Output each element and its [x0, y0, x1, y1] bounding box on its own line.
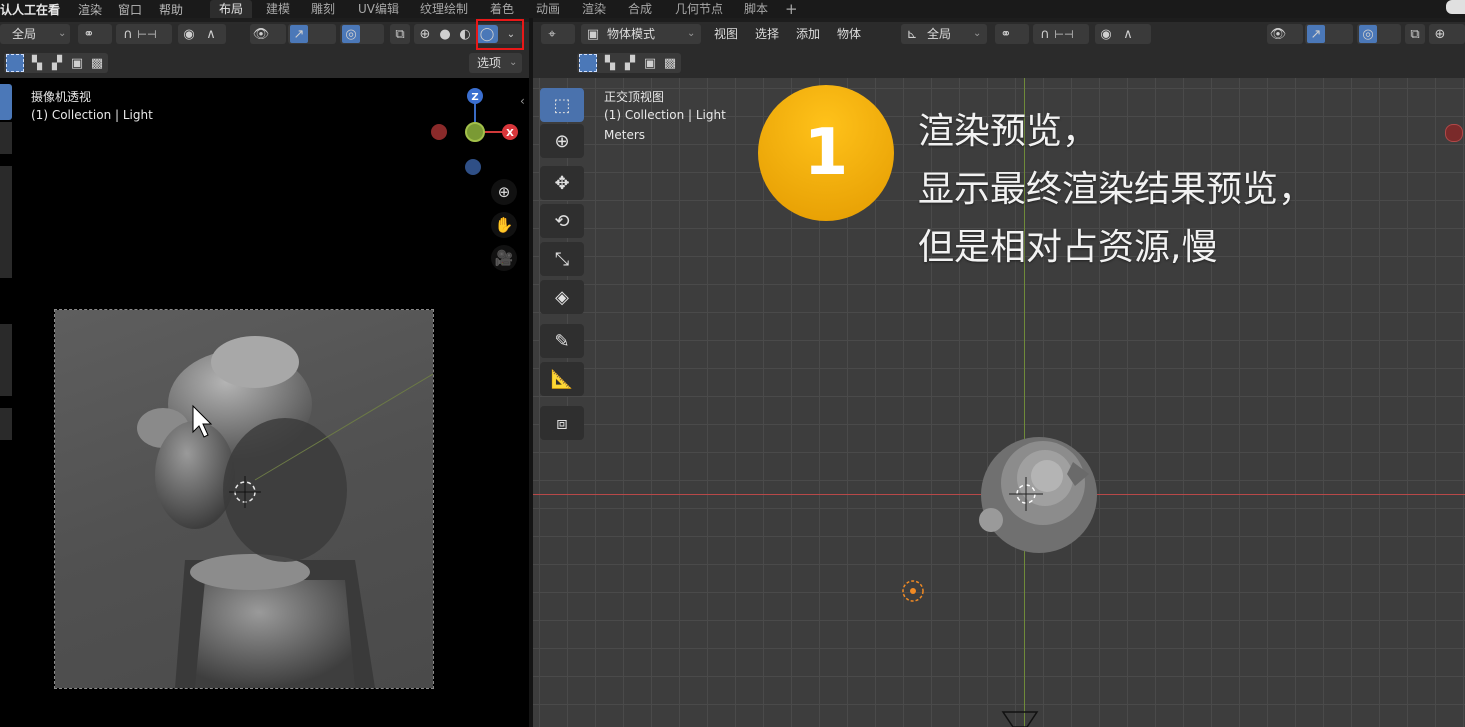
menu-object[interactable]: 物体 — [837, 24, 861, 44]
select-invert-icon[interactable]: ▣ — [68, 54, 86, 72]
right-transform-orientation-dropdown[interactable]: ⊾ 全局 ⌄ — [901, 24, 987, 44]
view-name: 摄像机透视 — [31, 90, 92, 104]
tab-rendering[interactable]: 渲染 — [573, 0, 615, 18]
menu-window[interactable]: 窗口 — [118, 1, 142, 18]
tab-shading[interactable]: 着色 — [481, 0, 523, 18]
right-gizmo-toggle-icon[interactable]: ↗ — [1305, 24, 1353, 44]
right-selection-mode-group[interactable]: ▚ ▞ ▣ ▩ — [577, 53, 681, 73]
select-box-icon[interactable]: ⬚ — [540, 88, 584, 122]
navigation-gizmo[interactable]: Z X — [424, 84, 524, 184]
tab-uv-editing[interactable]: UV编辑 — [349, 0, 408, 18]
right-select-new-icon[interactable] — [579, 54, 597, 72]
tab-modeling[interactable]: 建模 — [257, 0, 299, 18]
pivot-icon[interactable]: ⚭ — [78, 24, 112, 44]
snap-icon[interactable]: ∩ ⊢⊣ — [116, 24, 172, 44]
zoom-icon[interactable]: ⊕ — [491, 179, 517, 205]
options-dropdown[interactable]: 选项 ⌄ — [469, 53, 522, 73]
camera-render-frame — [54, 309, 434, 689]
units-label: Meters — [604, 128, 646, 142]
add-workspace-button[interactable]: + — [776, 0, 807, 18]
right-gizmo-x-icon[interactable] — [1445, 124, 1463, 142]
right-proportional-edit-icon[interactable]: ◉ ∧ — [1095, 24, 1151, 44]
right-shading-mode-group[interactable]: ⊕ — [1429, 24, 1465, 44]
right-viewport-header: ⌖ ▣ 物体模式 ⌄ 视图 选择 添加 物体 ⊾ 全局 ⌄ ⚭ ∩ ⊢⊣ ◉ ∧ 👁… — [533, 22, 1465, 78]
menu-render[interactable]: 渲染 — [78, 1, 102, 18]
user-icon[interactable] — [1446, 0, 1465, 14]
right-select-subtract-icon[interactable]: ▞ — [621, 54, 639, 72]
top-menu-bar: 认人工在看 渲染 窗口 帮助 布局 建模 雕刻 UV编辑 纹理绘制 着色 动画 … — [0, 0, 1465, 18]
rendered-mode-highlight-box — [476, 19, 524, 50]
top-ortho-viewport[interactable]: ⬚ ⊕ ✥ ⟲ ⤡ ◈ ✎ 📐 ⧈ 正交顶视图 (1) Collection |… — [533, 78, 1465, 727]
rotate-icon[interactable]: ⟲ — [540, 204, 584, 238]
overlay-toggle-icon[interactable]: ◎ — [340, 24, 384, 44]
right-snap-icon[interactable]: ∩ ⊢⊣ — [1033, 24, 1089, 44]
right-select-invert-icon[interactable]: ▣ — [641, 54, 659, 72]
select-new-icon[interactable] — [6, 54, 24, 72]
select-subtract-icon[interactable]: ▞ — [48, 54, 66, 72]
editor-type-icon[interactable]: ⌖ — [541, 24, 575, 44]
transform-icon[interactable]: ◈ — [540, 280, 584, 314]
tab-animation[interactable]: 动画 — [527, 0, 569, 18]
wireframe-shading-icon[interactable]: ⊕ — [416, 25, 434, 43]
measure-icon[interactable]: 📐 — [540, 362, 584, 396]
scale-icon[interactable]: ⤡ — [540, 242, 584, 276]
select-extend-icon[interactable]: ▚ — [28, 54, 46, 72]
cursor-icon[interactable]: ⊕ — [540, 124, 584, 158]
selection-mode-group[interactable]: ▚ ▞ ▣ ▩ — [4, 53, 108, 73]
right-select-intersect-icon[interactable]: ▩ — [661, 54, 679, 72]
menu-help[interactable]: 帮助 — [159, 1, 183, 18]
visibility-icon[interactable]: 👁 — [250, 24, 286, 44]
sidebar-toggle-chevron-icon[interactable]: ‹ — [520, 94, 525, 108]
right-select-extend-icon[interactable]: ▚ — [601, 54, 619, 72]
rendered-character-image — [137, 336, 434, 688]
tab-geometry-nodes[interactable]: 几何节点 — [666, 0, 732, 18]
xray-toggle-icon[interactable]: ⧉ — [390, 24, 410, 44]
menu-add[interactable]: 添加 — [796, 24, 820, 44]
step-number-badge: 1 — [758, 85, 894, 221]
callout-line-2: 显示最终渲染结果预览， — [918, 169, 1315, 210]
right-collection-label: (1) Collection | Light — [604, 108, 726, 122]
right-xray-toggle-icon[interactable]: ⧉ — [1405, 24, 1425, 44]
camera-icon[interactable]: 🎥 — [491, 245, 517, 271]
svg-text:X: X — [506, 128, 514, 139]
left-viewport-header: 全局 ⌄ ⚭ ∩ ⊢⊣ ◉ ∧ 👁 ↗ ◎ ⧉ ⊕ ● ◐ ◯ ⌄ ▚ ▞ ▣ ▩ … — [0, 19, 529, 78]
camera-viewport[interactable]: 摄像机透视 (1) Collection | Light Z X ‹ ⊕ ✋ 🎥 — [0, 78, 529, 727]
left-tool-active[interactable] — [0, 84, 12, 120]
collection-label: (1) Collection | Light — [31, 108, 153, 122]
model-top-view — [979, 437, 1097, 553]
orientation-icon: ⊾ — [906, 26, 918, 42]
callout-line-1: 渲染预览， — [918, 111, 1099, 152]
menu-view[interactable]: 视图 — [714, 24, 738, 44]
right-visibility-icon[interactable]: 👁 — [1267, 24, 1303, 44]
light-object-icon[interactable] — [900, 578, 926, 604]
material-preview-icon[interactable]: ◐ — [456, 25, 474, 43]
hand-icon[interactable]: ✋ — [491, 212, 517, 238]
object-mode-icon: ▣ — [586, 26, 600, 42]
annotate-icon[interactable]: ✎ — [540, 324, 584, 358]
menu-select[interactable]: 选择 — [755, 24, 779, 44]
tab-sculpting[interactable]: 雕刻 — [302, 0, 344, 18]
tab-texture-paint[interactable]: 纹理绘制 — [411, 0, 477, 18]
mode-dropdown[interactable]: ▣ 物体模式 ⌄ — [581, 24, 701, 44]
gizmo-toggle-icon[interactable]: ↗ — [288, 24, 336, 44]
solid-shading-icon[interactable]: ● — [436, 25, 454, 43]
transform-orientation-dropdown[interactable]: 全局 ⌄ — [0, 24, 70, 44]
tab-scripting[interactable]: 脚本 — [735, 0, 777, 18]
move-icon[interactable]: ✥ — [540, 166, 584, 200]
proportional-edit-icon[interactable]: ◉ ∧ — [178, 24, 226, 44]
app-title-fragment: 认人工在看 — [0, 3, 61, 17]
svg-text:Z: Z — [471, 92, 478, 103]
callout-line-3: 但是相对占资源,慢 — [918, 227, 1218, 268]
tab-layout[interactable]: 布局 — [210, 0, 253, 18]
add-cube-icon[interactable]: ⧈ — [540, 406, 584, 440]
tab-compositing[interactable]: 合成 — [619, 0, 661, 18]
right-view-name: 正交顶视图 — [604, 90, 665, 104]
right-pivot-icon[interactable]: ⚭ — [995, 24, 1029, 44]
select-intersect-icon[interactable]: ▩ — [88, 54, 106, 72]
right-overlay-toggle-icon[interactable]: ◎ — [1357, 24, 1401, 44]
camera-object-icon[interactable] — [1001, 708, 1041, 727]
